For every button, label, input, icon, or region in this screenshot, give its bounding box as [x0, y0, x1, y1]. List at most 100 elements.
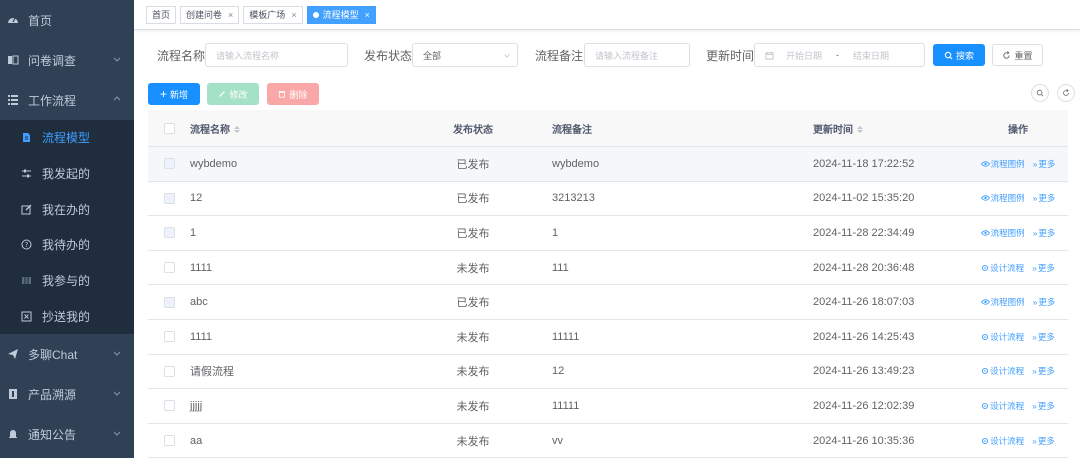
- design-process-link[interactable]: 设计流程: [981, 262, 1024, 274]
- row-checkbox[interactable]: [163, 262, 175, 274]
- link-label: 设计流程: [990, 400, 1025, 411]
- sidebar-item-label: 我待办的: [42, 238, 91, 253]
- more-link[interactable]: » 更多: [1032, 365, 1055, 377]
- more-link[interactable]: » 更多: [1033, 192, 1056, 204]
- edit-button[interactable]: 修改: [207, 83, 259, 105]
- placeholder-text: 请输入流程备注: [595, 50, 659, 61]
- button-label: 修改: [229, 89, 248, 100]
- row-checkbox[interactable]: [163, 435, 175, 447]
- more-link[interactable]: » 更多: [1032, 262, 1055, 274]
- workflow-submenu: 流程模型 我发起的 我在办的 ? 我待办的 我参与的 抄送我的: [0, 120, 134, 335]
- sidebar-item-process-model[interactable]: 流程模型: [0, 120, 134, 156]
- table-row[interactable]: 1 已发布 1 2024-11-28 22:34:49 流程图例 » 更多: [148, 216, 1068, 251]
- search-button[interactable]: 搜索: [933, 44, 985, 66]
- copy-icon: [20, 310, 32, 322]
- row-checkbox[interactable]: [163, 365, 175, 377]
- cell-remark: 11111: [552, 399, 580, 412]
- sort-icon[interactable]: [857, 126, 863, 134]
- chevron-down-icon: [113, 431, 121, 436]
- more-link[interactable]: » 更多: [1033, 296, 1056, 308]
- design-process-link[interactable]: 设计流程: [981, 365, 1024, 377]
- more-link[interactable]: » 更多: [1033, 227, 1056, 239]
- sidebar-item-workflow[interactable]: 工作流程: [0, 80, 134, 120]
- edit-icon: [219, 91, 226, 97]
- end-date-placeholder: 结束日期: [853, 50, 890, 61]
- delete-button[interactable]: 删除: [267, 83, 319, 105]
- dashboard-icon: [6, 13, 20, 27]
- tag-template-square[interactable]: 模板广场 ×: [243, 5, 303, 24]
- sidebar-item-participated[interactable]: 我参与的: [0, 263, 134, 299]
- sidebar-item-chat[interactable]: 多聊Chat: [0, 334, 134, 374]
- plus-icon: +: [159, 87, 167, 101]
- sort-icon[interactable]: [234, 126, 240, 134]
- link-label: 更多: [1037, 400, 1055, 411]
- table-row[interactable]: 1111 未发布 11111 2024-11-26 14:25:43 设计流程 » 更多: [148, 320, 1068, 355]
- process-diagram-link[interactable]: 流程图例: [980, 227, 1025, 239]
- reset-button[interactable]: 重置: [992, 44, 1043, 66]
- refresh-button[interactable]: [1057, 84, 1075, 102]
- column-header-name[interactable]: 流程名称: [190, 125, 230, 136]
- table-row[interactable]: jjjjj 未发布 11111 2024-11-26 12:02:39 设计流程 » 更多: [148, 389, 1068, 424]
- table-row[interactable]: 12 已发布 3213213 2024-11-02 15:35:20 流程图例 » 更多: [148, 182, 1068, 217]
- cell-time: 2024-11-28 22:34:49: [813, 226, 915, 239]
- close-icon[interactable]: ×: [291, 10, 296, 20]
- more-link[interactable]: » 更多: [1032, 400, 1055, 412]
- publish-status-select[interactable]: 全部: [412, 43, 518, 67]
- sidebar-item-trace[interactable]: 产品溯源: [0, 374, 134, 414]
- cell-time: 2024-11-26 14:25:43: [813, 330, 915, 343]
- toggle-search-button[interactable]: [1031, 84, 1049, 102]
- document-icon: [20, 132, 32, 144]
- row-checkbox: [163, 227, 175, 239]
- cell-name: 1111: [190, 261, 213, 274]
- sidebar-item-survey[interactable]: 问卷调查: [0, 40, 134, 80]
- process-diagram-link[interactable]: 流程图例: [980, 192, 1025, 204]
- survey-icon: [6, 53, 20, 67]
- row-checkbox[interactable]: [163, 400, 175, 412]
- close-icon[interactable]: ×: [228, 10, 233, 20]
- sidebar-item-label: 工作流程: [28, 93, 77, 108]
- row-checkbox: [163, 158, 175, 170]
- link-label: 流程图例: [990, 158, 1025, 169]
- eye-icon: [980, 195, 990, 202]
- sidebar-item-in-progress[interactable]: 我在办的: [0, 191, 134, 227]
- settings-icon: [982, 437, 989, 444]
- sidebar-item-cc[interactable]: 抄送我的: [0, 298, 134, 334]
- table-row[interactable]: 请假流程 未发布 12 2024-11-26 13:49:23 设计流程 » 更多: [148, 355, 1068, 390]
- design-process-link[interactable]: 设计流程: [981, 331, 1024, 343]
- row-checkbox: [163, 296, 175, 308]
- add-button[interactable]: + 新增: [148, 83, 200, 105]
- more-link[interactable]: » 更多: [1032, 331, 1055, 343]
- process-diagram-link[interactable]: 流程图例: [980, 158, 1025, 170]
- select-all-checkbox[interactable]: [163, 122, 175, 134]
- tag-process-model[interactable]: 流程模型 ×: [306, 5, 376, 24]
- process-name-input[interactable]: 请输入流程名称: [205, 43, 348, 67]
- sidebar-item-home[interactable]: 首页: [0, 0, 134, 40]
- double-chevron-icon: »: [1032, 400, 1037, 411]
- table-row[interactable]: aa 未发布 vv 2024-11-26 10:35:36 设计流程 » 更多: [148, 424, 1068, 458]
- cell-name: wybdemo: [190, 157, 238, 170]
- column-header-time[interactable]: 更新时间: [813, 125, 853, 136]
- tag-create-survey[interactable]: 创建问卷 ×: [180, 5, 240, 24]
- cell-status: 已发布: [456, 297, 490, 310]
- date-range-picker[interactable]: 开始日期 - 结束日期: [754, 43, 925, 67]
- table-row[interactable]: abc 已发布 2024-11-26 18:07:03 流程图例 » 更多: [148, 285, 1068, 320]
- start-date-placeholder: 开始日期: [786, 50, 823, 61]
- tag-home[interactable]: 首页: [146, 5, 177, 24]
- sidebar-item-todo[interactable]: ? 我待办的: [0, 227, 134, 263]
- process-diagram-link[interactable]: 流程图例: [980, 296, 1025, 308]
- cell-name: 请假流程: [190, 366, 234, 379]
- sidebar-item-notice[interactable]: 通知公告: [0, 414, 134, 454]
- design-process-link[interactable]: 设计流程: [981, 435, 1024, 447]
- close-icon[interactable]: ×: [365, 10, 370, 20]
- table-row[interactable]: 1111 未发布 111 2024-11-28 20:36:48 设计流程 » 更多: [148, 251, 1068, 286]
- sidebar-item-initiated[interactable]: 我发起的: [0, 156, 134, 192]
- table-row[interactable]: wybdemo 已发布 wybdemo 2024-11-18 17:22:52 流程图例…: [148, 147, 1068, 182]
- sidebar: 首页 问卷调查 工作流程 流程模型 我发起的 我在办的 ? 我待办的 我参与的 …: [0, 0, 134, 458]
- design-process-link[interactable]: 设计流程: [981, 400, 1024, 412]
- row-checkbox[interactable]: [163, 331, 175, 343]
- more-link[interactable]: » 更多: [1033, 158, 1056, 170]
- more-link[interactable]: » 更多: [1032, 435, 1055, 447]
- process-remark-input[interactable]: 请输入流程备注: [584, 43, 690, 67]
- grid-icon: [20, 275, 32, 287]
- eye-icon: [980, 161, 990, 167]
